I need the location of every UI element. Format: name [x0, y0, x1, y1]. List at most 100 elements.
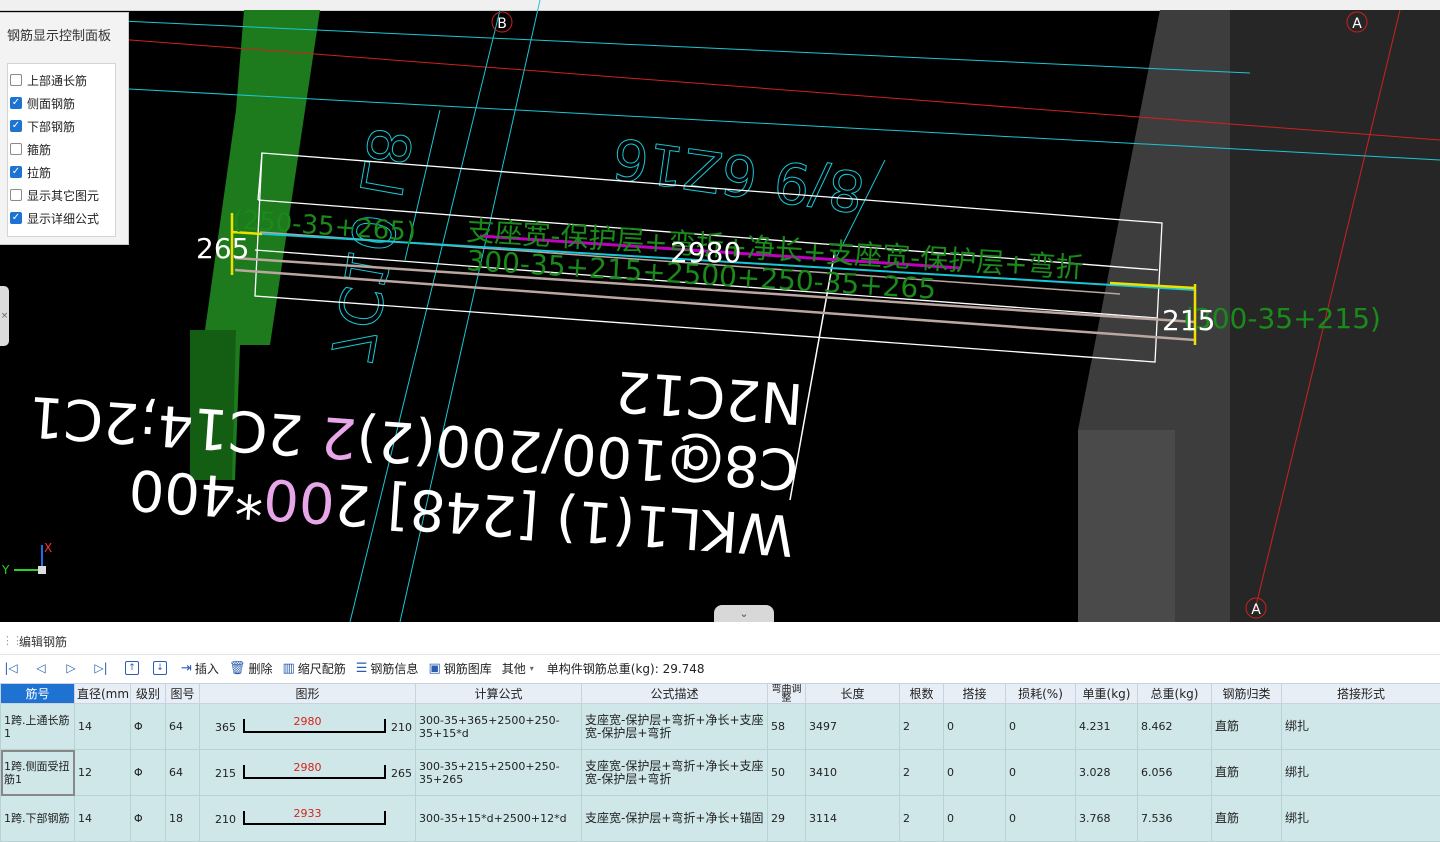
cell-diameter[interactable]: 14	[75, 704, 131, 750]
cell-bar-id[interactable]: 1跨.下部钢筋	[1, 796, 75, 842]
table-row[interactable]: 1跨.下部钢筋 14 Φ 18 210 2933 300-35+15*d+250…	[1, 796, 1440, 842]
cell-bend[interactable]: 29	[768, 796, 806, 842]
cell-loss[interactable]: 0	[1006, 750, 1076, 796]
table-row[interactable]: 1跨.侧面受扭筋1 12 Φ 64 215 2980 265 300-35+21…	[1, 750, 1440, 796]
option-detailed-formula[interactable]: ✓显示详细公式	[10, 209, 99, 227]
cell-diameter[interactable]: 14	[75, 796, 131, 842]
option-tie-bar[interactable]: ✓拉筋	[10, 163, 51, 181]
option-stirrup[interactable]: 箍筋	[10, 140, 51, 158]
cell-description[interactable]: 支座宽-保护层+弯折+净长+锚固	[582, 796, 768, 842]
cad-drawing[interactable]: B A A 7C10 L8 8/9 6Z16 (250-35+265) 支座宽-…	[0, 0, 1440, 622]
col-header[interactable]: 搭接	[944, 684, 1006, 704]
col-header[interactable]: 钢筋归类	[1212, 684, 1282, 704]
cell-grade[interactable]: Φ	[131, 796, 166, 842]
cell-unit-weight[interactable]: 3.768	[1076, 796, 1138, 842]
cell-loss[interactable]: 0	[1006, 796, 1076, 842]
cell-count[interactable]: 2	[900, 796, 944, 842]
cell-lap[interactable]: 0	[944, 750, 1006, 796]
cell-total-weight[interactable]: 7.536	[1138, 796, 1212, 842]
col-header[interactable]: 损耗(%)	[1006, 684, 1076, 704]
cell-lap-type[interactable]: 绑扎	[1282, 704, 1440, 750]
prev-record-icon[interactable]: ◁	[30, 657, 52, 679]
option-bottom-bar[interactable]: ✓下部钢筋	[10, 117, 75, 135]
cell-bend[interactable]: 58	[768, 704, 806, 750]
col-header[interactable]: 搭接形式	[1282, 684, 1440, 704]
col-header[interactable]: 公式描述	[582, 684, 768, 704]
first-record-icon[interactable]: |◁	[0, 657, 22, 679]
cell-bend[interactable]: 50	[768, 750, 806, 796]
cell-bar-id[interactable]: 1跨.侧面受扭筋1	[1, 750, 75, 796]
cell-lap[interactable]: 0	[944, 704, 1006, 750]
cell-diameter[interactable]: 12	[75, 750, 131, 796]
cell-unit-weight[interactable]: 4.231	[1076, 704, 1138, 750]
cell-formula[interactable]: 300-35+15*d+2500+12*d	[416, 796, 582, 842]
rebar-info-button[interactable]: ☰钢筋信息	[351, 657, 424, 679]
col-header[interactable]: 长度	[806, 684, 900, 704]
checkbox-checked[interactable]: ✓	[10, 97, 22, 109]
cell-formula[interactable]: 300-35+215+2500+250-35+265	[416, 750, 582, 796]
option-other-elements[interactable]: 显示其它图元	[10, 186, 99, 204]
insert-icon: ⇥	[181, 661, 192, 676]
last-record-icon[interactable]: ▷|	[90, 657, 112, 679]
checkbox-checked[interactable]: ✓	[10, 212, 22, 224]
cell-figure-no[interactable]: 64	[166, 704, 200, 750]
side-panel-handle[interactable]: ×	[0, 286, 9, 346]
cad-viewport[interactable]: B A A 7C10 L8 8/9 6Z16 (250-35+265) 支座宽-…	[0, 0, 1440, 622]
cell-length[interactable]: 3114	[806, 796, 900, 842]
cell-category[interactable]: 直筋	[1212, 796, 1282, 842]
rebar-library-button[interactable]: ▣钢筋图库	[423, 657, 496, 679]
cell-description[interactable]: 支座宽-保护层+弯折+净长+支座宽-保护层+弯折	[582, 704, 768, 750]
option-top-through-bar[interactable]: 上部通长筋	[10, 71, 87, 89]
col-header[interactable]: 筋号	[1, 684, 75, 704]
cell-unit-weight[interactable]: 3.028	[1076, 750, 1138, 796]
collapse-toggle[interactable]: ⌄	[714, 605, 774, 622]
cell-lap[interactable]: 0	[944, 796, 1006, 842]
cell-lap-type[interactable]: 绑扎	[1282, 750, 1440, 796]
cell-category[interactable]: 直筋	[1212, 704, 1282, 750]
col-header[interactable]: 级别	[131, 684, 166, 704]
option-side-bar[interactable]: ✓侧面钢筋	[10, 94, 75, 112]
cell-length[interactable]: 3410	[806, 750, 900, 796]
other-dropdown[interactable]: 其他▾	[497, 657, 539, 679]
cell-grade[interactable]: Φ	[131, 750, 166, 796]
cell-length[interactable]: 3497	[806, 704, 900, 750]
cell-grade[interactable]: Φ	[131, 704, 166, 750]
checkbox-checked[interactable]: ✓	[10, 166, 22, 178]
cell-figure-no[interactable]: 18	[166, 796, 200, 842]
cell-bar-id[interactable]: 1跨.上通长筋1	[1, 704, 75, 750]
delete-button[interactable]: 🗑删除	[224, 657, 278, 679]
cell-shape[interactable]: 365 2980 210	[200, 704, 416, 750]
checkbox-checked[interactable]: ✓	[10, 120, 22, 132]
info-list-icon: ☰	[356, 661, 368, 676]
cell-description[interactable]: 支座宽-保护层+弯折+净长+支座宽-保护层+弯折	[582, 750, 768, 796]
move-up-button[interactable]: ↑	[120, 657, 148, 679]
insert-button[interactable]: ⇥插入	[176, 657, 224, 679]
cell-count[interactable]: 2	[900, 704, 944, 750]
cell-total-weight[interactable]: 8.462	[1138, 704, 1212, 750]
cell-category[interactable]: 直筋	[1212, 750, 1282, 796]
cell-shape[interactable]: 210 2933	[200, 796, 416, 842]
checkbox[interactable]	[10, 189, 22, 201]
move-down-button[interactable]: ↓	[148, 657, 176, 679]
cell-figure-no[interactable]: 64	[166, 750, 200, 796]
cell-count[interactable]: 2	[900, 750, 944, 796]
checkbox[interactable]	[10, 74, 22, 86]
cell-formula[interactable]: 300-35+365+2500+250-35+15*d	[416, 704, 582, 750]
col-header[interactable]: 直径(mm)	[75, 684, 131, 704]
col-header[interactable]: 根数	[900, 684, 944, 704]
col-header[interactable]: 图号	[166, 684, 200, 704]
col-header[interactable]: 总重(kg)	[1138, 684, 1212, 704]
cell-shape[interactable]: 215 2980 265	[200, 750, 416, 796]
col-header[interactable]: 弯曲调整	[768, 684, 806, 704]
cell-loss[interactable]: 0	[1006, 704, 1076, 750]
col-header[interactable]: 图形	[200, 684, 416, 704]
next-record-icon[interactable]: ▷	[60, 657, 82, 679]
checkbox[interactable]	[10, 143, 22, 155]
cell-total-weight[interactable]: 6.056	[1138, 750, 1212, 796]
scale-rebar-button[interactable]: ▥缩尺配筋	[277, 657, 350, 679]
ghost-text-right: 8/9 6Z16	[609, 124, 869, 224]
cell-lap-type[interactable]: 绑扎	[1282, 796, 1440, 842]
table-row[interactable]: 1跨.上通长筋1 14 Φ 64 365 2980 210 300-35+365…	[1, 704, 1440, 750]
col-header[interactable]: 计算公式	[416, 684, 582, 704]
col-header[interactable]: 单重(kg)	[1076, 684, 1138, 704]
